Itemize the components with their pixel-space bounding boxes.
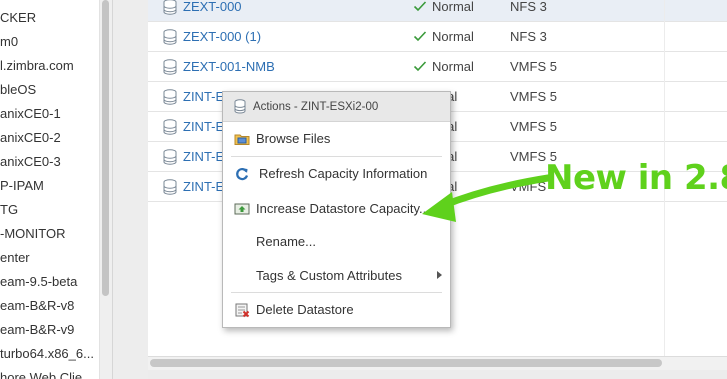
annotation-arrow-icon <box>422 174 552 222</box>
menu-item-tags-attributes[interactable]: Tags & Custom Attributes <box>223 263 450 289</box>
check-icon <box>413 1 427 12</box>
datastore-row[interactable]: ZEXT-001-NMB Normal VMFS 5 <box>148 52 727 82</box>
bottom-toolbar-strip <box>148 370 727 379</box>
increase-capacity-icon <box>234 203 250 215</box>
nav-item[interactable]: hore Web Clie... <box>0 366 93 379</box>
datastore-name[interactable]: ZINT-E <box>183 142 224 172</box>
nav-item[interactable]: eam-B&R-v9 <box>0 318 74 342</box>
submenu-arrow-icon <box>437 271 442 279</box>
check-icon <box>413 31 427 42</box>
datastore-status: Normal <box>432 29 474 44</box>
menu-item-label: Browse Files <box>256 131 331 146</box>
menu-separator <box>231 292 442 293</box>
check-icon <box>413 61 427 72</box>
datastore-status: Normal <box>432 0 474 14</box>
datastore-icon <box>163 29 177 45</box>
datastore-icon <box>163 89 177 105</box>
navigator-scrollbar-thumb[interactable] <box>102 0 109 296</box>
datastore-icon <box>163 119 177 135</box>
datastore-type: VMFS 5 <box>510 89 557 104</box>
nav-item[interactable]: enter <box>0 246 30 270</box>
nav-item[interactable]: m0 <box>0 30 18 54</box>
nav-item[interactable]: CKER <box>0 6 36 30</box>
datastore-name[interactable]: ZEXT-000 (1) <box>183 22 261 52</box>
nav-item[interactable]: TG <box>0 198 18 222</box>
refresh-icon <box>236 167 249 181</box>
context-menu-title: Actions - ZINT-ESXi2-00 <box>253 101 379 113</box>
panel-divider[interactable] <box>112 0 148 379</box>
menu-item-browse-files[interactable]: Browse Files <box>223 126 450 152</box>
datastore-status: Normal <box>432 59 474 74</box>
datastore-icon <box>163 149 177 165</box>
menu-item-delete-datastore[interactable]: Delete Datastore <box>223 297 450 323</box>
menu-item-label: Delete Datastore <box>256 302 354 317</box>
nav-item[interactable]: P-IPAM <box>0 174 44 198</box>
delete-datastore-icon <box>235 303 250 318</box>
nav-item[interactable]: eam-9.5-beta <box>0 270 77 294</box>
context-menu-header: Actions - ZINT-ESXi2-00 <box>223 92 450 122</box>
datastore-name[interactable]: ZINT-E <box>183 82 224 112</box>
menu-item-label: Rename... <box>256 234 316 249</box>
datastore-type: VMFS 5 <box>510 59 557 74</box>
nav-item[interactable]: eam-B&R-v8 <box>0 294 74 318</box>
datastore-icon <box>163 0 177 15</box>
annotation-text: New in 2.8 <box>545 158 727 198</box>
horizontal-scrollbar-thumb[interactable] <box>150 359 662 367</box>
menu-separator <box>231 156 442 157</box>
nav-item[interactable]: anixCE0-3 <box>0 150 61 174</box>
datastore-icon <box>234 99 246 114</box>
folder-icon <box>234 134 250 145</box>
datastore-type: NFS 3 <box>510 29 547 44</box>
nav-item[interactable]: l.zimbra.com <box>0 54 74 78</box>
menu-item-label: Tags & Custom Attributes <box>256 268 402 283</box>
datastore-name[interactable]: ZINT-E <box>183 172 224 202</box>
datastore-icon <box>163 59 177 75</box>
nav-item[interactable]: anixCE0-1 <box>0 102 61 126</box>
navigator-panel: CKER m0 l.zimbra.com bleOS anixCE0-1 ani… <box>0 0 112 379</box>
nav-item[interactable]: bleOS <box>0 78 36 102</box>
datastore-row[interactable]: ZEXT-000 (1) Normal NFS 3 <box>148 22 727 52</box>
datastore-name[interactable]: ZINT-E <box>183 112 224 142</box>
datastore-icon <box>163 179 177 195</box>
nav-item[interactable]: turbo64.x86_6... <box>0 342 94 366</box>
datastore-name[interactable]: ZEXT-000 <box>183 0 242 22</box>
datastore-row[interactable]: ZEXT-000 Normal NFS 3 <box>148 0 727 22</box>
nav-item[interactable]: anixCE0-2 <box>0 126 61 150</box>
datastore-name[interactable]: ZEXT-001-NMB <box>183 52 275 82</box>
datastore-type: NFS 3 <box>510 0 547 14</box>
nav-item[interactable]: -MONITOR <box>0 222 65 246</box>
datastore-type: VMFS 5 <box>510 119 557 134</box>
